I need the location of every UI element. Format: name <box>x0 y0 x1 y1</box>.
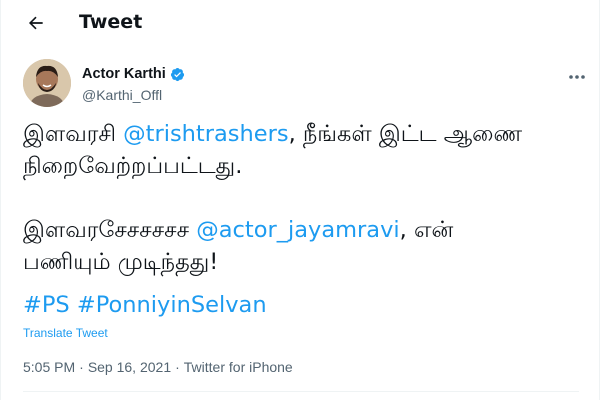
tweet-text-segment: , என் <box>399 217 454 243</box>
tweet-text-segment: இளவரசேசசசசச <box>23 217 197 243</box>
page-title: Tweet <box>79 11 143 33</box>
author-display-name[interactable]: Actor Karthi <box>82 66 166 82</box>
mention-trishtrashers[interactable]: @trishtrashers <box>123 121 288 147</box>
avatar[interactable] <box>23 59 71 107</box>
avatar-image <box>23 59 71 107</box>
tweet-line-4: பணியும் முடிந்தது! <box>23 249 219 275</box>
hashtag-ps[interactable]: #PS <box>23 292 70 318</box>
more-options-button[interactable] <box>567 66 587 82</box>
tweet-time[interactable]: 5:05 PM <box>23 359 75 375</box>
more-dots-icon <box>568 65 586 84</box>
tweet-line-1: இளவரசி @trishtrashers, நீங்கள் இட்ட ஆணை <box>23 118 583 150</box>
author-handle[interactable]: @Karthi_Offl <box>82 87 162 103</box>
meta-separator: · <box>175 359 180 375</box>
tweet-meta: 5:05 PM · Sep 16, 2021 · Twitter for iPh… <box>23 359 293 375</box>
tweet-line-2: நிறைவேற்றப்பட்டது. <box>23 153 243 179</box>
tweet-text-segment: இளவரசி <box>23 121 124 147</box>
page-header: Tweet <box>1 0 600 48</box>
tweet-page: Tweet Actor Karthi @Karthi_Offl இளவரசி @… <box>0 0 600 400</box>
mention-actor-jayamravi[interactable]: @actor_jayamravi <box>196 217 399 243</box>
tweet-text: இளவரசி @trishtrashers, நீங்கள் இட்ட ஆணை … <box>23 118 583 278</box>
author-name-row[interactable]: Actor Karthi <box>82 66 185 82</box>
meta-separator: · <box>79 359 84 375</box>
tweet-date[interactable]: Sep 16, 2021 <box>88 359 171 375</box>
tweet-text-segment: , நீங்கள் இட்ட ஆணை <box>288 121 523 147</box>
tweet-line-3: இளவரசேசசசசச @actor_jayamravi, என் <box>23 214 583 246</box>
back-button[interactable] <box>21 10 51 40</box>
back-arrow-icon <box>26 13 46 37</box>
hashtag-row: #PS #PonniyinSelvan <box>23 292 267 318</box>
verified-badge-icon <box>170 67 185 82</box>
hashtag-ponniyinselvan[interactable]: #PonniyinSelvan <box>77 292 267 318</box>
divider <box>23 391 579 392</box>
translate-tweet-link[interactable]: Translate Tweet <box>23 326 108 340</box>
tweet-source[interactable]: Twitter for iPhone <box>184 359 293 375</box>
